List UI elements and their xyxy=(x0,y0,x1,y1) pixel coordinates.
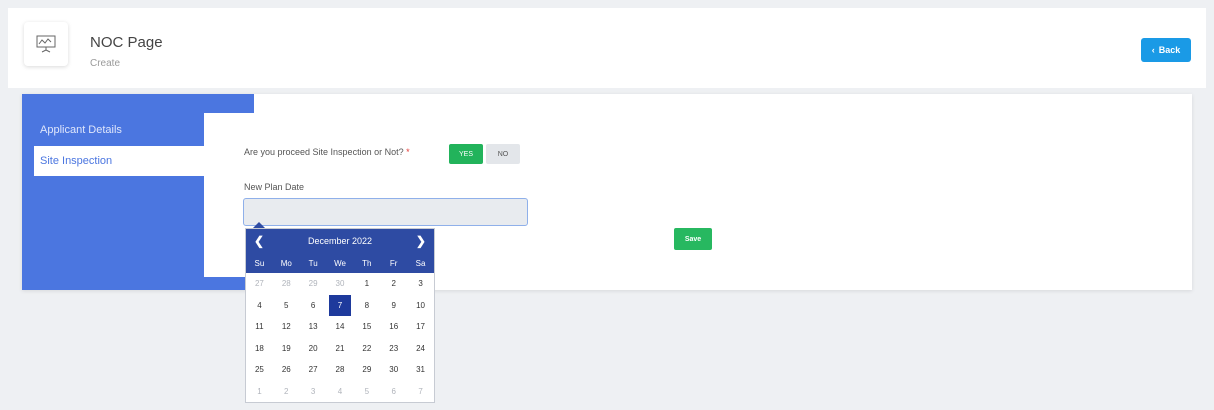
weekday-label: Mo xyxy=(280,258,292,268)
calendar-day-outside-month[interactable]: 6 xyxy=(382,381,405,402)
calendar-day[interactable]: 8 xyxy=(355,295,378,316)
calendar-day[interactable]: 22 xyxy=(355,338,378,359)
datepicker: ❮ December 2022 ❯ Su Mo Tu We Th Fr Sa 27 28 29 3… xyxy=(245,228,435,403)
calendar-day[interactable]: 19 xyxy=(275,338,298,359)
required-mark: * xyxy=(406,147,410,157)
calendar-day[interactable]: 10 xyxy=(409,295,432,316)
site-inspection-question: Are you proceed Site Inspection or Not? … xyxy=(244,147,410,157)
calendar-day[interactable]: 24 xyxy=(409,338,432,359)
calendar-day[interactable]: 28 xyxy=(329,359,352,380)
sidebar-item-site-inspection[interactable]: Site Inspection xyxy=(34,146,204,176)
calendar-day[interactable]: 3 xyxy=(409,273,432,294)
calendar-day[interactable]: 2 xyxy=(382,273,405,294)
calendar-day[interactable]: 25 xyxy=(248,359,271,380)
calendar-day[interactable]: 31 xyxy=(409,359,432,380)
calendar-day[interactable]: 7 xyxy=(328,294,352,316)
datepicker-days: 27 28 29 30 1 2 3 4 5 6 7 8 9 10 11 12 13 14 15 16 17 18 19 20 2… xyxy=(246,273,434,402)
calendar-day[interactable]: 30 xyxy=(382,359,405,380)
calendar-day[interactable]: 27 xyxy=(302,359,325,380)
calendar-day[interactable]: 11 xyxy=(248,316,271,337)
weekday-label: Sa xyxy=(415,258,426,268)
calendar-day-outside-month[interactable]: 1 xyxy=(248,381,271,402)
calendar-day-outside-month[interactable]: 27 xyxy=(248,273,271,294)
calendar-day[interactable]: 13 xyxy=(302,316,325,337)
chevron-right-icon[interactable]: ❯ xyxy=(416,234,426,248)
datepicker-weekdays: Su Mo Tu We Th Fr Sa xyxy=(246,253,434,273)
back-button[interactable]: ‹ Back xyxy=(1141,38,1191,62)
calendar-day-outside-month[interactable]: 28 xyxy=(275,273,298,294)
calendar-day[interactable]: 1 xyxy=(355,273,378,294)
calendar-day[interactable]: 6 xyxy=(302,295,325,316)
chevron-left-icon: ‹ xyxy=(1151,45,1155,55)
chevron-left-icon[interactable]: ❮ xyxy=(254,234,264,248)
calendar-day[interactable]: 16 xyxy=(382,316,405,337)
weekday-label: Fr xyxy=(389,258,398,268)
weekday-label: Su xyxy=(254,258,265,268)
calendar-day[interactable]: 4 xyxy=(248,295,271,316)
presentation-board-icon xyxy=(24,22,68,66)
calendar-day[interactable]: 5 xyxy=(275,295,298,316)
new-plan-date-label: New Plan Date xyxy=(244,182,305,192)
calendar-day-outside-month[interactable]: 4 xyxy=(329,381,352,402)
calendar-day[interactable]: 23 xyxy=(382,338,405,359)
calendar-day[interactable]: 14 xyxy=(329,316,352,337)
calendar-day[interactable]: 20 xyxy=(302,338,325,359)
page-title: NOC Page xyxy=(90,34,163,51)
calendar-day[interactable]: 18 xyxy=(248,338,271,359)
back-button-label: Back xyxy=(1158,45,1181,55)
sidebar-item-applicant-details[interactable]: Applicant Details xyxy=(40,124,122,136)
calendar-day-outside-month[interactable]: 2 xyxy=(275,381,298,402)
calendar-day[interactable]: 29 xyxy=(355,359,378,380)
new-plan-date-input[interactable] xyxy=(243,198,528,226)
calendar-day-outside-month[interactable]: 29 xyxy=(302,273,325,294)
calendar-day[interactable]: 26 xyxy=(275,359,298,380)
calendar-day-outside-month[interactable]: 5 xyxy=(355,381,378,402)
calendar-day[interactable]: 21 xyxy=(329,338,352,359)
calendar-day-outside-month[interactable]: 30 xyxy=(329,273,352,294)
no-button[interactable]: NO xyxy=(486,144,520,164)
weekday-label: Th xyxy=(362,258,372,268)
save-button[interactable]: Save xyxy=(674,228,712,250)
calendar-day[interactable]: 12 xyxy=(275,316,298,337)
calendar-day-outside-month[interactable]: 7 xyxy=(409,381,432,402)
weekday-label: We xyxy=(334,258,346,268)
calendar-day[interactable]: 9 xyxy=(382,295,405,316)
calendar-day[interactable]: 15 xyxy=(355,316,378,337)
page-header: NOC Page Create ‹ Back xyxy=(8,8,1206,88)
calendar-day[interactable]: 17 xyxy=(409,316,432,337)
datepicker-header: ❮ December 2022 ❯ xyxy=(246,229,434,253)
calendar-day-outside-month[interactable]: 3 xyxy=(302,381,325,402)
weekday-label: Tu xyxy=(308,258,318,268)
question-label: Are you proceed Site Inspection or Not? xyxy=(244,147,404,157)
page-subtitle: Create xyxy=(90,58,121,69)
datepicker-month-label[interactable]: December 2022 xyxy=(308,236,372,246)
yes-button[interactable]: YES xyxy=(449,144,483,164)
